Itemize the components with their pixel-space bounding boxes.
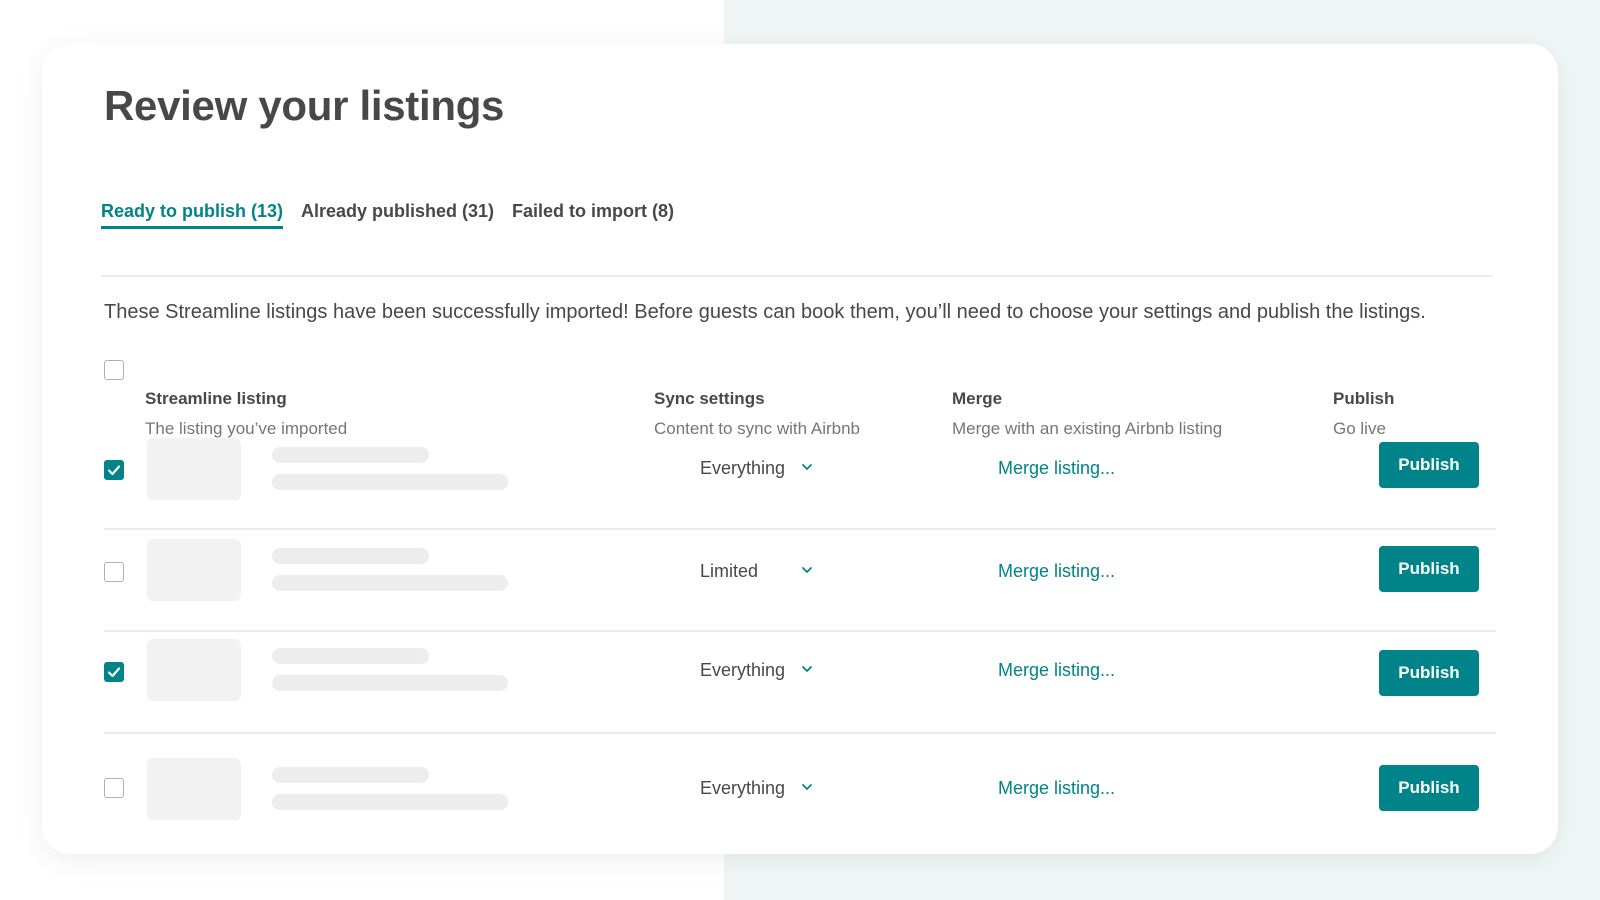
listing-detail-placeholder: [272, 474, 508, 490]
publish-button[interactable]: Publish: [1379, 765, 1479, 811]
row-checkbox[interactable]: [104, 662, 124, 682]
merge-listing-link[interactable]: Merge listing...: [998, 561, 1115, 582]
merge-listing-link[interactable]: Merge listing...: [998, 778, 1115, 799]
column-title-sync: Sync settings: [654, 389, 765, 408]
sync-settings-dropdown[interactable]: Everything: [700, 660, 812, 681]
review-listings-card: Review your listings Ready to publish (1…: [42, 44, 1558, 854]
listing-thumbnail-placeholder: [147, 758, 241, 820]
intro-text: These Streamline listings have been succ…: [104, 301, 1426, 323]
listing-title-placeholder: [272, 548, 429, 564]
publish-button[interactable]: Publish: [1379, 442, 1479, 488]
tab-already-published[interactable]: Already published (31): [301, 184, 494, 273]
sync-settings-value: Limited: [700, 561, 759, 581]
sync-settings-value: Everything: [700, 778, 786, 798]
chevron-down-icon: [802, 464, 812, 470]
listing-title-placeholder: [272, 767, 429, 783]
listing-detail-placeholder: [272, 575, 508, 591]
page-title: Review your listings: [104, 82, 505, 129]
table-row: Everything Merge listing... Publish: [104, 428, 1496, 530]
listing-thumbnail-placeholder: [147, 539, 241, 601]
checkmark-icon: [107, 465, 121, 476]
table-row: Everything Merge listing... Publish: [104, 734, 1496, 834]
row-checkbox[interactable]: [104, 460, 124, 480]
sync-settings-value: Everything: [700, 660, 786, 680]
listing-title-placeholder: [272, 648, 429, 664]
listing-thumbnail-placeholder: [147, 438, 241, 500]
tab-failed-to-import[interactable]: Failed to import (8): [512, 184, 674, 273]
merge-listing-link[interactable]: Merge listing...: [998, 660, 1115, 681]
chevron-down-icon: [802, 666, 812, 672]
sync-settings-dropdown[interactable]: Everything: [700, 778, 812, 799]
table-row: Limited Merge listing... Publish: [104, 530, 1496, 632]
tab-ready-to-publish[interactable]: Ready to publish (13): [101, 184, 284, 229]
listing-detail-placeholder: [272, 794, 508, 810]
sync-settings-value: Everything: [700, 458, 786, 478]
tab-bar: Ready to publish (13) Already published …: [101, 184, 1493, 277]
sync-settings-dropdown[interactable]: Limited: [700, 561, 812, 582]
row-checkbox[interactable]: [104, 778, 124, 798]
column-title-listing: Streamline listing: [145, 389, 287, 408]
sync-settings-dropdown[interactable]: Everything: [700, 458, 812, 479]
table-row: Everything Merge listing... Publish: [104, 632, 1496, 734]
listing-title-placeholder: [272, 447, 429, 463]
chevron-down-icon: [802, 567, 812, 573]
publish-button[interactable]: Publish: [1379, 546, 1479, 592]
chevron-down-icon: [802, 784, 812, 790]
checkmark-icon: [107, 667, 121, 678]
select-all-checkbox[interactable]: [104, 360, 124, 380]
row-checkbox[interactable]: [104, 562, 124, 582]
listing-thumbnail-placeholder: [147, 639, 241, 701]
column-title-publish: Publish: [1333, 389, 1395, 408]
publish-button[interactable]: Publish: [1379, 650, 1479, 696]
merge-listing-link[interactable]: Merge listing...: [998, 458, 1115, 479]
listing-detail-placeholder: [272, 675, 508, 691]
column-title-merge: Merge: [952, 389, 1003, 408]
